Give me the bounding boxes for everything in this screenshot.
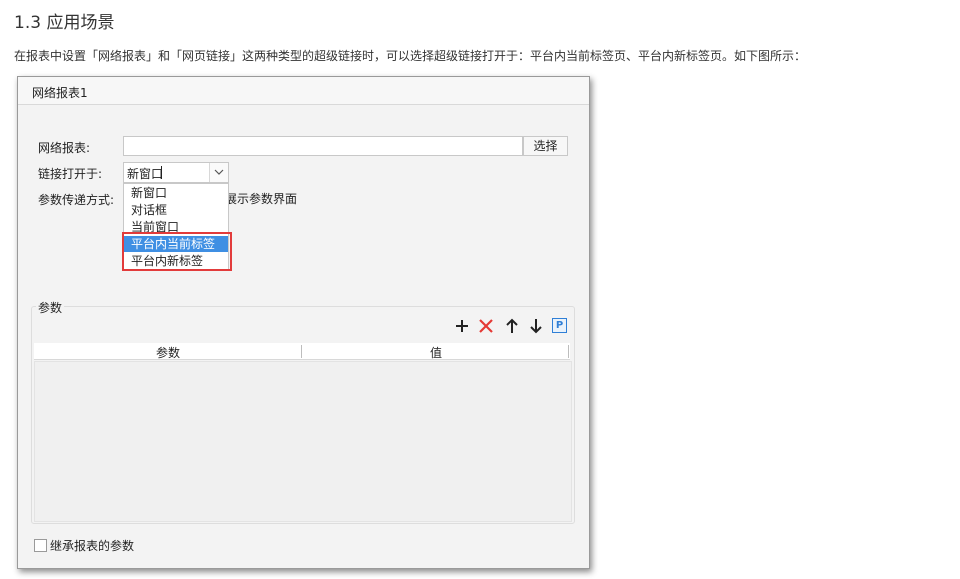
dialog-tab[interactable]: 网络报表1 xyxy=(18,77,589,105)
param-mode-label: 参数传递方式: xyxy=(38,193,115,207)
arrow-down-icon[interactable] xyxy=(527,317,545,335)
dropdown-option-new-window[interactable]: 新窗口 xyxy=(124,185,228,201)
column-separator xyxy=(568,345,569,358)
choose-button[interactable]: 选择 xyxy=(523,136,568,156)
open-in-value: 新窗口 xyxy=(127,167,164,181)
intro-paragraph: 在报表中设置「网络报表」和「网页链接」这两种类型的超级链接时，可以选择超级链接打… xyxy=(14,49,807,63)
open-in-select[interactable]: 新窗口 xyxy=(123,162,229,183)
dropdown-option-dialog[interactable]: 对话框 xyxy=(124,202,228,218)
dialog-tab-title: 网络报表1 xyxy=(32,86,88,100)
column-header-param[interactable]: 参数 xyxy=(34,344,302,361)
column-header-value[interactable]: 值 xyxy=(302,344,570,361)
delete-icon[interactable] xyxy=(477,317,495,335)
chevron-down-icon xyxy=(214,169,224,175)
inherit-params-checkbox[interactable] xyxy=(34,539,47,552)
hyperlink-dialog: 网络报表1 网络报表: 选择 链接打开于: 新窗口 参数传递方式: 展示参数界面… xyxy=(17,76,590,569)
params-toolbar: P xyxy=(450,317,570,335)
section-heading: 1.3 应用场景 xyxy=(14,13,115,33)
report-label: 网络报表: xyxy=(38,141,91,155)
open-in-label: 链接打开于: xyxy=(38,167,103,181)
params-table-header: 参数 值 xyxy=(34,343,570,360)
text-caret xyxy=(161,166,162,179)
inherit-params-label: 继承报表的参数 xyxy=(50,539,135,553)
arrow-up-icon[interactable] xyxy=(503,317,521,335)
report-input[interactable] xyxy=(123,136,523,156)
dropdown-toggle[interactable] xyxy=(209,163,228,182)
params-group-title: 参数 xyxy=(36,299,65,316)
params-table-body[interactable] xyxy=(34,361,572,522)
highlight-box xyxy=(122,232,232,271)
parameter-p-icon[interactable]: P xyxy=(552,318,567,333)
plus-icon[interactable] xyxy=(453,317,471,335)
param-mode-partial-text: 展示参数界面 xyxy=(225,192,298,206)
